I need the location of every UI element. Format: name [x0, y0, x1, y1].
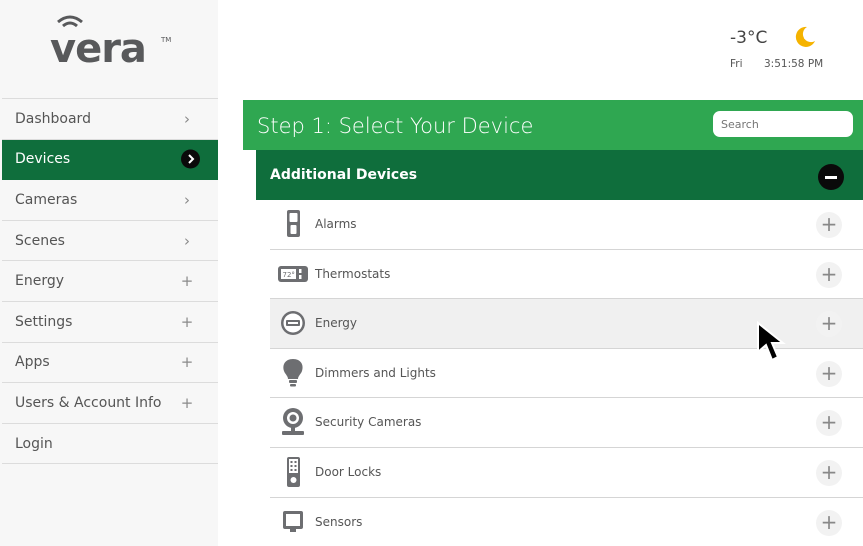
plus-icon: +	[180, 353, 194, 372]
logo-text: vera	[50, 26, 147, 72]
moon-cloud-icon	[795, 26, 815, 47]
step-header: Step 1: Select Your Device	[243, 100, 863, 150]
door-lock-icon	[287, 456, 300, 487]
device-label: Alarms	[315, 217, 357, 231]
sidebar-item-label: Users & Account Info	[15, 394, 162, 411]
device-label: Sensors	[315, 514, 363, 529]
search-input[interactable]	[713, 111, 853, 137]
plus-icon: +	[180, 272, 194, 291]
device-list: Alarms + 72° Thermostats + Energy + Dimm…	[270, 200, 863, 546]
add-device-button[interactable]: +	[816, 509, 842, 536]
add-device-button[interactable]: +	[816, 360, 842, 387]
sidebar-item-dashboard[interactable]: Dashboard ›	[2, 99, 218, 140]
device-row-sensors[interactable]: Sensors +	[270, 498, 863, 546]
chevron-right-icon: ›	[184, 109, 190, 128]
page-title: Step 1: Select Your Device	[257, 114, 534, 138]
security-camera-icon	[282, 408, 304, 436]
sidebar-menu: Dashboard › Devices Cameras › Scenes › E…	[2, 98, 218, 465]
sidebar-item-label: Settings	[15, 313, 73, 330]
device-label: Door Locks	[315, 464, 382, 479]
sidebar-item-cameras[interactable]: Cameras ›	[2, 180, 218, 221]
device-row-security-cameras[interactable]: Security Cameras +	[270, 398, 863, 448]
device-label: Thermostats	[315, 266, 391, 281]
light-bulb-icon	[283, 358, 303, 387]
chevron-right-icon: ›	[184, 190, 190, 209]
sidebar-item-label: Devices	[15, 151, 71, 168]
temperature-readout: -3°C	[730, 28, 768, 48]
sidebar-item-label: Apps	[15, 354, 50, 371]
sidebar-item-settings[interactable]: Settings +	[2, 302, 218, 343]
sidebar-item-label: Scenes	[15, 232, 65, 249]
sidebar-item-scenes[interactable]: Scenes ›	[2, 221, 218, 262]
vera-logo[interactable]: vera TM	[50, 14, 180, 74]
device-row-alarms[interactable]: Alarms +	[270, 200, 863, 250]
sidebar-item-login[interactable]: Login	[2, 424, 218, 465]
add-device-button[interactable]: +	[816, 212, 842, 238]
sidebar-item-label: Dashboard	[15, 110, 91, 127]
sensor-icon	[283, 510, 303, 532]
time-readout: 3:51:58 PM	[764, 58, 824, 70]
thermostat-display-text: 72°	[283, 271, 295, 279]
mouse-cursor-icon	[757, 320, 786, 362]
thermostat-icon: 72°	[278, 265, 308, 282]
sidebar-item-devices[interactable]: Devices	[2, 139, 218, 181]
sidebar-item-label: Login	[15, 435, 53, 452]
add-device-button[interactable]: +	[816, 410, 842, 437]
sidebar-item-users-account-info[interactable]: Users & Account Info +	[2, 383, 218, 424]
add-device-button[interactable]: +	[816, 261, 842, 288]
sidebar-item-label: Cameras	[15, 191, 78, 208]
device-label: Security Cameras	[315, 415, 422, 430]
day-readout: Fri	[730, 58, 743, 70]
logo-trademark: TM	[161, 36, 172, 44]
plus-icon: +	[180, 312, 194, 331]
section-title: Additional Devices	[270, 167, 418, 183]
energy-meter-icon	[281, 311, 305, 336]
add-device-button[interactable]: +	[816, 311, 842, 338]
device-label: Energy	[315, 316, 358, 331]
collapse-icon[interactable]	[818, 164, 844, 190]
sidebar-item-apps[interactable]: Apps +	[2, 343, 218, 384]
device-row-door-locks[interactable]: Door Locks +	[270, 448, 863, 498]
plus-icon: +	[180, 393, 194, 412]
chevron-right-circle-icon	[181, 149, 200, 169]
device-label: Dimmers and Lights	[315, 365, 436, 380]
section-header-additional-devices[interactable]: Additional Devices	[256, 150, 863, 200]
add-device-button[interactable]: +	[816, 459, 842, 486]
sidebar: vera TM Dashboard › Devices Cameras › Sc…	[0, 0, 218, 546]
device-row-thermostats[interactable]: 72° Thermostats +	[270, 250, 863, 300]
alarm-sensor-icon	[287, 210, 300, 237]
chevron-right-icon: ›	[184, 231, 190, 250]
sidebar-item-label: Energy	[15, 273, 65, 290]
sidebar-item-energy[interactable]: Energy +	[2, 261, 218, 302]
